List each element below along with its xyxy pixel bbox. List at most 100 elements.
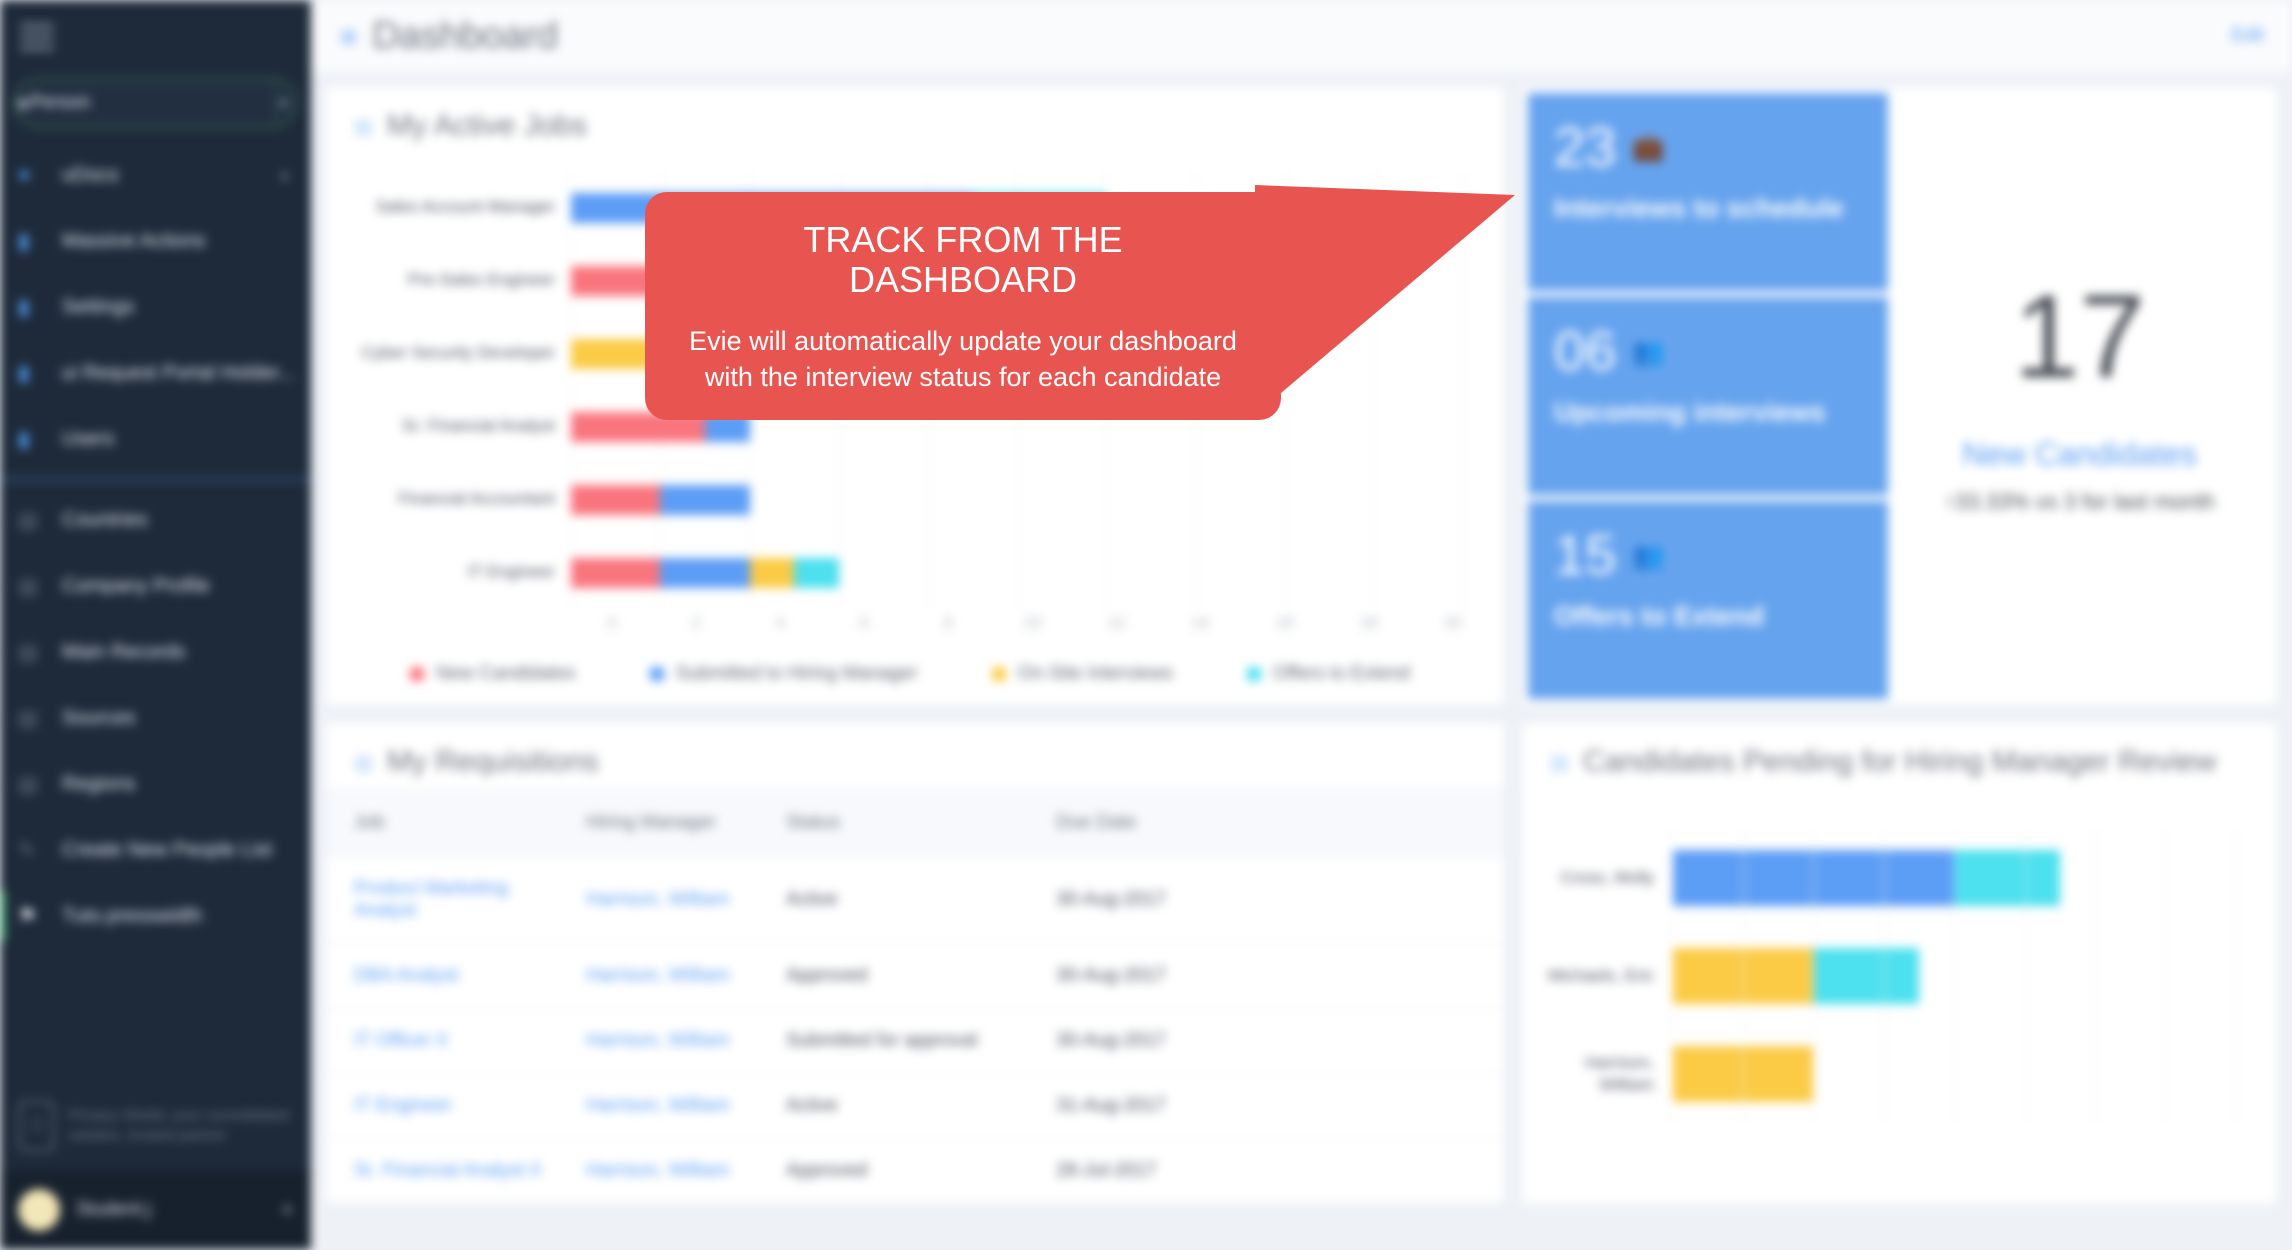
kpi-value: 15 [1554,523,1617,586]
table-cell-manager[interactable]: Harrison, William [576,1008,776,1074]
card-header: ▤ My Active Jobs [326,87,1504,153]
table-column-header: Hiring Manager [576,789,776,857]
kpi-label: Interviews to schedule [1554,193,1844,223]
chart-stacked-bar[interactable] [1672,1046,2237,1102]
people-icon: 👥 [1632,540,1665,570]
folder-icon: ▮ [18,295,30,319]
table-cell-job[interactable]: IT Officer II [326,1008,576,1074]
list-icon: ▤ [18,508,38,532]
table-column-header: Status [776,789,1046,857]
chevron-down-icon[interactable]: ▼ [274,82,291,124]
table-cell-manager[interactable]: Harrison, William [576,856,776,944]
table-row[interactable]: IT Engineer Harrison, William Active 31-Aug… [326,1073,1504,1139]
kpi-upcoming-interviews[interactable]: 06 👥 Upcoming interviews [1528,297,1888,495]
chevron-right-icon: ▸ [281,166,289,183]
table-row[interactable]: Product Marketing Analyst Harrison, Willi… [326,856,1504,944]
chart-bar-segment [1672,948,1814,1004]
chart-bar-segment [660,557,750,588]
axis-tick-label: 0 [607,615,617,632]
axis-tick-label: 6 [859,615,869,632]
sidebar-item-users[interactable]: ▮ Users [0,406,311,472]
kpi-label: Upcoming interviews [1554,397,1826,427]
sidebar-item-label: Company Profile [62,574,210,597]
sidebar-item-sources[interactable]: ▤ Sources [0,685,311,751]
axis-tick-label: 8 [943,615,953,632]
table-cell-due: 30-Aug-2017 [1046,943,1504,1009]
folder-icon: ▮ [18,229,30,253]
sidebar-item-create-people-list[interactable]: ✎ Create New People List [0,817,311,883]
sidebar-item-main-records[interactable]: ▤ Main Records [0,619,311,685]
legend-label: On-Site Interviews [1017,663,1173,684]
new-candidates-value: 17 [2013,270,2146,403]
table-cell-manager[interactable]: Harrison, William [576,1073,776,1139]
person-icon: ● [18,163,31,186]
chart-stacked-bar[interactable] [1672,850,2237,906]
sidebar-item-label: Settings [62,295,135,318]
sidebar-item-udocs[interactable]: ● uDocs ▸ [0,142,311,208]
lock-icon[interactable]: ● [282,1199,293,1221]
chart-bar-row: IT Engineer [356,536,1464,609]
chart-stacked-bar[interactable] [571,557,1464,588]
new-candidates-label[interactable]: New Candidates [1962,436,2197,473]
sidebar-user-row[interactable]: Student.j ● [0,1170,311,1250]
sidebar-item-label: Sources [62,706,136,729]
flag-icon: ⚑ [18,904,37,928]
edit-link[interactable]: Edit [2231,25,2264,47]
legend-item[interactable]: On-Site Interviews [991,663,1173,685]
table-cell-job[interactable]: IT Engineer [326,1073,576,1139]
sidebar-item-massive-actions[interactable]: ▮ Massive Actions [0,208,311,274]
legend-item[interactable]: Submitted to Hiring Manager [649,663,917,685]
card-title: My Active Jobs [386,109,587,142]
chart-bar-segment [749,557,795,588]
table-cell-status: Submitted for approval [776,1008,1046,1074]
chart-bar-segment [1672,1046,1814,1102]
folder-icon: ▮ [18,361,30,385]
table-cell-job[interactable]: DBA Analyst [326,943,576,1009]
chart-bar-segment [571,557,661,588]
sidebar-item-regions[interactable]: ▤ Regions [0,751,311,817]
chart-category-label: Financial Accountant [398,489,555,509]
sidebar-nav: ● uDocs ▸ ▮ Massive Actions ▮ Settings ▮… [0,142,311,949]
sidebar-item-countries[interactable]: ▤ Countries [0,487,311,553]
user-name: Student.j [76,1199,151,1220]
legend-item[interactable]: Offers to Extend [1247,663,1410,685]
list-icon: ▤ [354,751,373,774]
hamburger-menu-icon[interactable] [20,24,54,50]
sidebar-item-request-portal[interactable]: ▮ ui Request Portal Holder... [0,340,311,406]
chart-stacked-bar[interactable] [571,484,1464,515]
sidebar-item-settings[interactable]: ▮ Settings [0,274,311,340]
top-bar: ◉ Dashboard Edit [311,0,2292,72]
table-cell-job[interactable]: Product Marketing Analyst [326,856,576,944]
legend-swatch [410,667,424,681]
legend-label: Offers to Extend [1273,663,1410,684]
sidebar-item-label: Main Records [62,640,186,663]
table-cell-manager[interactable]: Harrison, William [576,943,776,1009]
table-row[interactable]: IT Officer II Harrison, William Submitted … [326,1008,1504,1074]
kpi-offers-to-extend[interactable]: 15 👥 Offers to Extend [1528,501,1888,699]
legend-label: New Candidates [436,663,576,684]
chart-legend: New Candidates Submitted to Hiring Manage… [356,633,1464,685]
chart-stacked-bar[interactable] [1672,948,2237,1004]
table-cell-due: 30-Aug-2017 [1046,1008,1504,1074]
axis-tick-label: 18 [1359,615,1378,632]
legend-item[interactable]: New Candidates [410,663,575,685]
sidebar-item-label: Create New People List [62,838,273,861]
shield-icon: ☃ [18,1100,55,1152]
table-cell-manager[interactable]: Harrison, William [576,1138,776,1204]
legend-swatch [649,667,664,681]
kpi-interviews-to-schedule[interactable]: 23 💼 Interviews to schedule [1528,93,1888,291]
blurred-app-backdrop: ◉ ▼ ● uDocs ▸ ▮ Massive Actions ▮ Settin… [0,0,2292,1250]
card-title: Candidates Pending for Hiring Manager Re… [1582,745,2217,778]
chart-x-axis: 0 2 4 6 8 10 12 14 16 18 20 [601,615,1464,633]
table-row[interactable]: Sr. Financial Analyst II Harrison, Willia… [326,1138,1504,1204]
table-row[interactable]: DBA Analyst Harrison, William Approved 30-A… [326,943,1504,1009]
legend-swatch [991,667,1006,681]
chart-bar-row: Cross, Molly [1532,829,2237,927]
search-input[interactable] [29,92,275,114]
table-cell-due: 28-Jul-2017 [1046,1138,1504,1204]
chart-bar-row: Michaels, Eric [1532,927,2237,1025]
sidebar-item-tuto-presswidth[interactable]: ⚑ Tuto.presswidth [0,883,311,949]
sidebar-item-company-profile[interactable]: ▤ Company Profile [0,553,311,619]
sidebar-search[interactable]: ◉ ▼ [14,78,297,128]
table-cell-job[interactable]: Sr. Financial Analyst II [326,1138,576,1204]
